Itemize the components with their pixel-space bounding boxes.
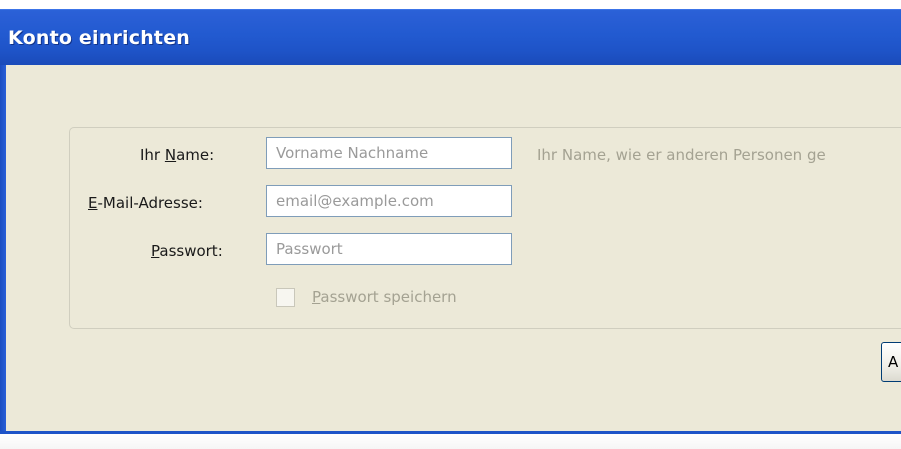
window-title: Konto einrichten: [8, 27, 191, 49]
remember-password-label-rest: asswort speichern: [320, 288, 457, 306]
name-label-accelerator: N: [164, 146, 177, 164]
remember-password-checkbox[interactable]: [276, 288, 295, 307]
account-setup-dialog: Konto einrichten Ihr Name: Ihr Name, wie…: [0, 0, 901, 449]
title-bar[interactable]: Konto einrichten: [0, 9, 901, 66]
partial-action-button[interactable]: A: [881, 342, 901, 382]
window-frame-bottom: [0, 431, 901, 449]
name-label-rest: ame:: [176, 146, 215, 164]
name-label-prefix: Ihr: [140, 146, 165, 164]
window-frame-left: [0, 65, 6, 449]
name-label: Ihr Name:: [140, 146, 214, 164]
remember-password-label: Passwort speichern: [312, 288, 457, 306]
email-field[interactable]: [266, 185, 512, 217]
password-label: Passwort:: [151, 242, 223, 260]
name-hint: Ihr Name, wie er anderen Personen ge: [537, 146, 826, 164]
password-field[interactable]: [266, 233, 512, 265]
password-label-rest: asswort:: [159, 242, 223, 260]
email-label: E-Mail-Adresse:: [88, 194, 203, 212]
name-input[interactable]: [266, 137, 512, 169]
email-label-rest: -Mail-Adresse:: [97, 194, 203, 212]
